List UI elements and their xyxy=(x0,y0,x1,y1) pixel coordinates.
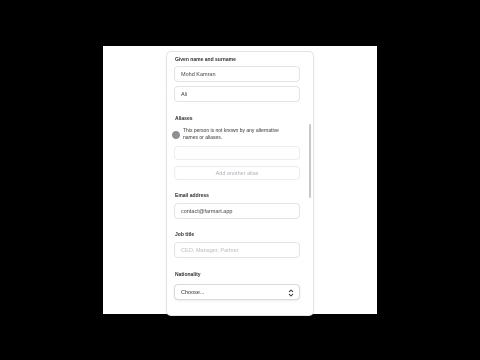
scrollbar[interactable] xyxy=(309,124,311,198)
no-alias-text: This person is not known by any alternat… xyxy=(183,128,279,141)
radio-icon[interactable] xyxy=(172,131,180,139)
job-title-label: Job title xyxy=(175,232,195,238)
aliases-label: Aliases xyxy=(175,116,193,122)
job-title-field[interactable]: CEO, Manager, Partner xyxy=(174,242,300,258)
nationality-select[interactable]: Choose... xyxy=(174,284,300,300)
alias-field[interactable] xyxy=(174,146,300,160)
email-field[interactable]: contact@farmart.app xyxy=(174,203,300,219)
add-alias-button[interactable]: Add another alias xyxy=(174,166,300,180)
nationality-label: Nationality xyxy=(175,272,201,278)
person-form-card: Given name and surname Mohd Kamran Ali A… xyxy=(166,51,314,316)
given-name-field[interactable]: Mohd Kamran xyxy=(174,66,300,82)
name-label: Given name and surname xyxy=(175,57,236,63)
surname-field[interactable]: Ali xyxy=(174,86,300,102)
app-screen: Given name and surname Mohd Kamran Ali A… xyxy=(103,46,377,316)
email-label: Email address xyxy=(175,193,209,199)
nationality-value: Choose... xyxy=(181,290,205,296)
chevron-up-down-icon xyxy=(288,289,294,297)
